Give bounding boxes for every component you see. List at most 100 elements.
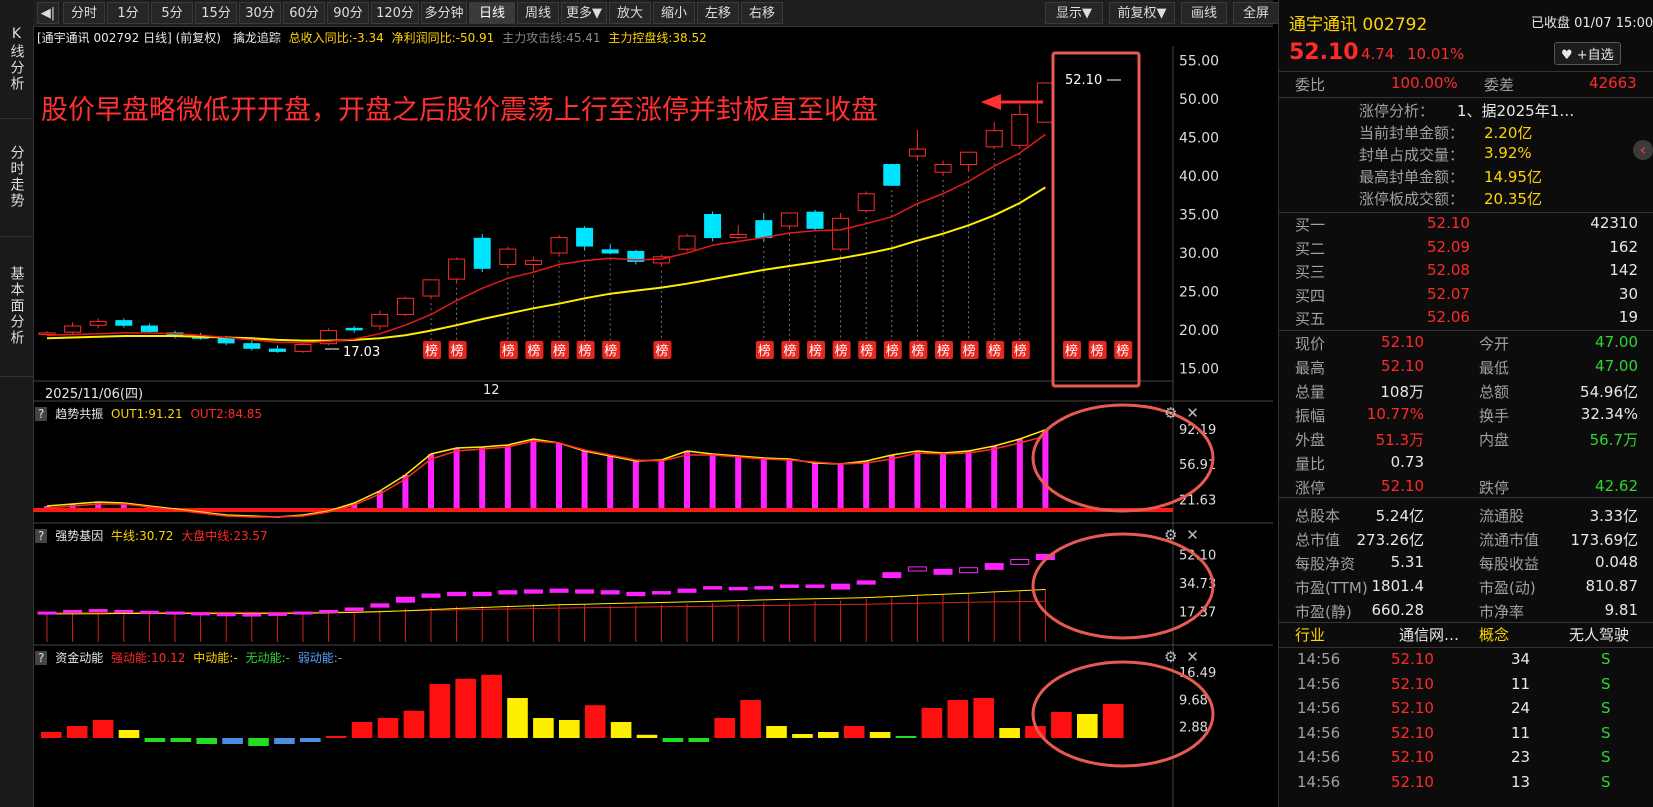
- period-button[interactable]: 右移: [741, 2, 783, 24]
- industry-value[interactable]: 通信网…: [1399, 624, 1459, 645]
- money-bar: [144, 738, 166, 742]
- close-icon[interactable]: ✕: [1186, 526, 1199, 544]
- close-icon[interactable]: ✕: [1186, 648, 1199, 666]
- period-button[interactable]: 60分: [283, 2, 325, 24]
- market-mid-value: 大盘中线:23.57: [181, 529, 268, 543]
- toolbar-right-button[interactable]: 全屏: [1233, 2, 1279, 24]
- stat-label: 市盈(动): [1479, 579, 1536, 597]
- money-axis-label: 16.49: [1179, 666, 1216, 681]
- indicator-name[interactable]: 擒龙追踪: [233, 31, 281, 45]
- trend-bar: [991, 446, 998, 511]
- money-bar: [274, 738, 295, 744]
- strong-panel-header: ? 强势基因 牛线:30.72 大盘中线:23.57: [35, 527, 268, 544]
- period-button[interactable]: 30分: [239, 2, 281, 24]
- money-bar: [662, 738, 684, 742]
- strong-box: [472, 591, 492, 597]
- trend-panel-name[interactable]: 趋势共振: [55, 407, 103, 421]
- period-button[interactable]: 日线: [469, 2, 515, 24]
- candle-body: [960, 151, 978, 166]
- close-icon[interactable]: ✕: [1186, 404, 1199, 422]
- strong-box: [728, 586, 748, 591]
- annotation-text: 股价早盘略微低开开盘，开盘之后股价震荡上行至涨停并封板直至收盘: [41, 95, 878, 126]
- money-bar: [869, 732, 891, 738]
- tick-time: 14:56: [1297, 723, 1341, 742]
- period-button[interactable]: 多分钟: [421, 2, 467, 24]
- gear-icon[interactable]: ⚙: [1164, 526, 1177, 544]
- control-line-value: 主力控盘线:38.52: [608, 31, 707, 45]
- period-button[interactable]: 15分: [195, 2, 237, 24]
- help-icon[interactable]: ?: [35, 651, 48, 665]
- money-panel-header: ? 资金动能 强动能:10.12 中动能:- 无动能:- 弱动能:-: [35, 649, 342, 666]
- bang-label: 榜: [783, 343, 796, 359]
- toolbar-right-button[interactable]: 画线: [1181, 2, 1227, 24]
- month-label: 12: [483, 383, 500, 398]
- industry-label[interactable]: 行业: [1295, 624, 1325, 645]
- period-button[interactable]: 周线: [517, 2, 559, 24]
- tick-time: 14:56: [1297, 772, 1341, 791]
- add-watchlist-button[interactable]: ♥ +自选: [1554, 42, 1621, 65]
- strong-box: [523, 589, 543, 594]
- trend-bar: [581, 451, 588, 511]
- help-icon[interactable]: ?: [35, 407, 48, 421]
- period-button[interactable]: 1分: [107, 2, 149, 24]
- trend-out2-line: [46, 435, 1046, 518]
- help-icon[interactable]: ?: [35, 529, 48, 543]
- price-tick-label: 20.00: [1179, 323, 1219, 339]
- gear-icon[interactable]: ⚙: [1164, 404, 1177, 422]
- period-button[interactable]: 更多▼: [561, 2, 607, 24]
- trend-bar: [812, 463, 818, 511]
- strong-axis-label: 34.73: [1179, 577, 1216, 592]
- tab-intraday[interactable]: 分时走势: [0, 118, 33, 237]
- money-axis-label: 2.88: [1179, 720, 1208, 735]
- tab-fundamentals[interactable]: 基本面分析: [0, 236, 33, 377]
- concept-value[interactable]: 无人驾驶: [1569, 624, 1629, 645]
- quote-panel: 通宇通讯 002792 已收盘 01/07 15:00 52.10 4.74 1…: [1278, 0, 1653, 807]
- tick-side: S: [1601, 748, 1611, 766]
- concept-label[interactable]: 概念: [1479, 624, 1509, 645]
- price-tick-label: 45.00: [1179, 131, 1219, 147]
- stat-value: 5.31: [1390, 553, 1424, 571]
- candle-body: [755, 220, 773, 239]
- market-mid-line: [46, 600, 1046, 614]
- candle-body: [243, 343, 261, 349]
- period-button[interactable]: 放大: [609, 2, 651, 24]
- trend-bar: [556, 443, 562, 511]
- strong-panel-name[interactable]: 强势基因: [55, 529, 103, 543]
- money-panel-name[interactable]: 资金动能: [55, 651, 103, 665]
- bid-volume: 30: [1618, 284, 1638, 303]
- stock-name: 通宇通讯 002792: [1289, 15, 1428, 35]
- tab-kline-analysis[interactable]: K线分析: [0, 0, 33, 119]
- stat-label: 总市值: [1295, 531, 1341, 549]
- period-button[interactable]: 90分: [327, 2, 369, 24]
- money-bar: [714, 718, 736, 738]
- strong-box: [677, 588, 697, 593]
- chevron-left-icon[interactable]: ‹: [1633, 140, 1653, 160]
- stat-value: 56.7万: [1589, 431, 1638, 449]
- tick-price: 52.10: [1391, 772, 1434, 791]
- trend-bar: [530, 439, 537, 511]
- toolbar-right-button[interactable]: 前复权▼: [1109, 2, 1175, 24]
- price-tick-label: 55.00: [1179, 54, 1219, 70]
- period-button[interactable]: 120分: [371, 2, 419, 24]
- bang-label: 榜: [502, 343, 515, 359]
- money-bar: [455, 678, 477, 738]
- price-tick-label: 40.00: [1179, 169, 1219, 185]
- stat-label: 最低: [1479, 359, 1510, 377]
- gear-icon[interactable]: ⚙: [1164, 648, 1177, 666]
- trend-bar: [632, 461, 639, 511]
- price-change: 4.74: [1361, 45, 1395, 63]
- toolbar-right-button[interactable]: 显示▼: [1045, 2, 1103, 24]
- candle-body: [678, 235, 696, 250]
- bid-volume: 19: [1618, 308, 1638, 326]
- stat-label: 市盈(静): [1295, 603, 1352, 621]
- period-button[interactable]: 左移: [697, 2, 739, 24]
- collapse-button[interactable]: ◀|: [37, 2, 59, 24]
- chart-area[interactable]: 55.00 50.00 45.00 40.00 35.00 30.00 25.00 20.00…: [33, 26, 1273, 807]
- strong-box: [139, 610, 159, 614]
- price-tick-label: 25.00: [1179, 284, 1219, 300]
- period-button[interactable]: 分时: [63, 2, 105, 24]
- period-button[interactable]: 5分: [151, 2, 193, 24]
- period-button[interactable]: 缩小: [653, 2, 695, 24]
- price-tick-label: 35.00: [1179, 208, 1219, 224]
- candle-body: [371, 313, 389, 327]
